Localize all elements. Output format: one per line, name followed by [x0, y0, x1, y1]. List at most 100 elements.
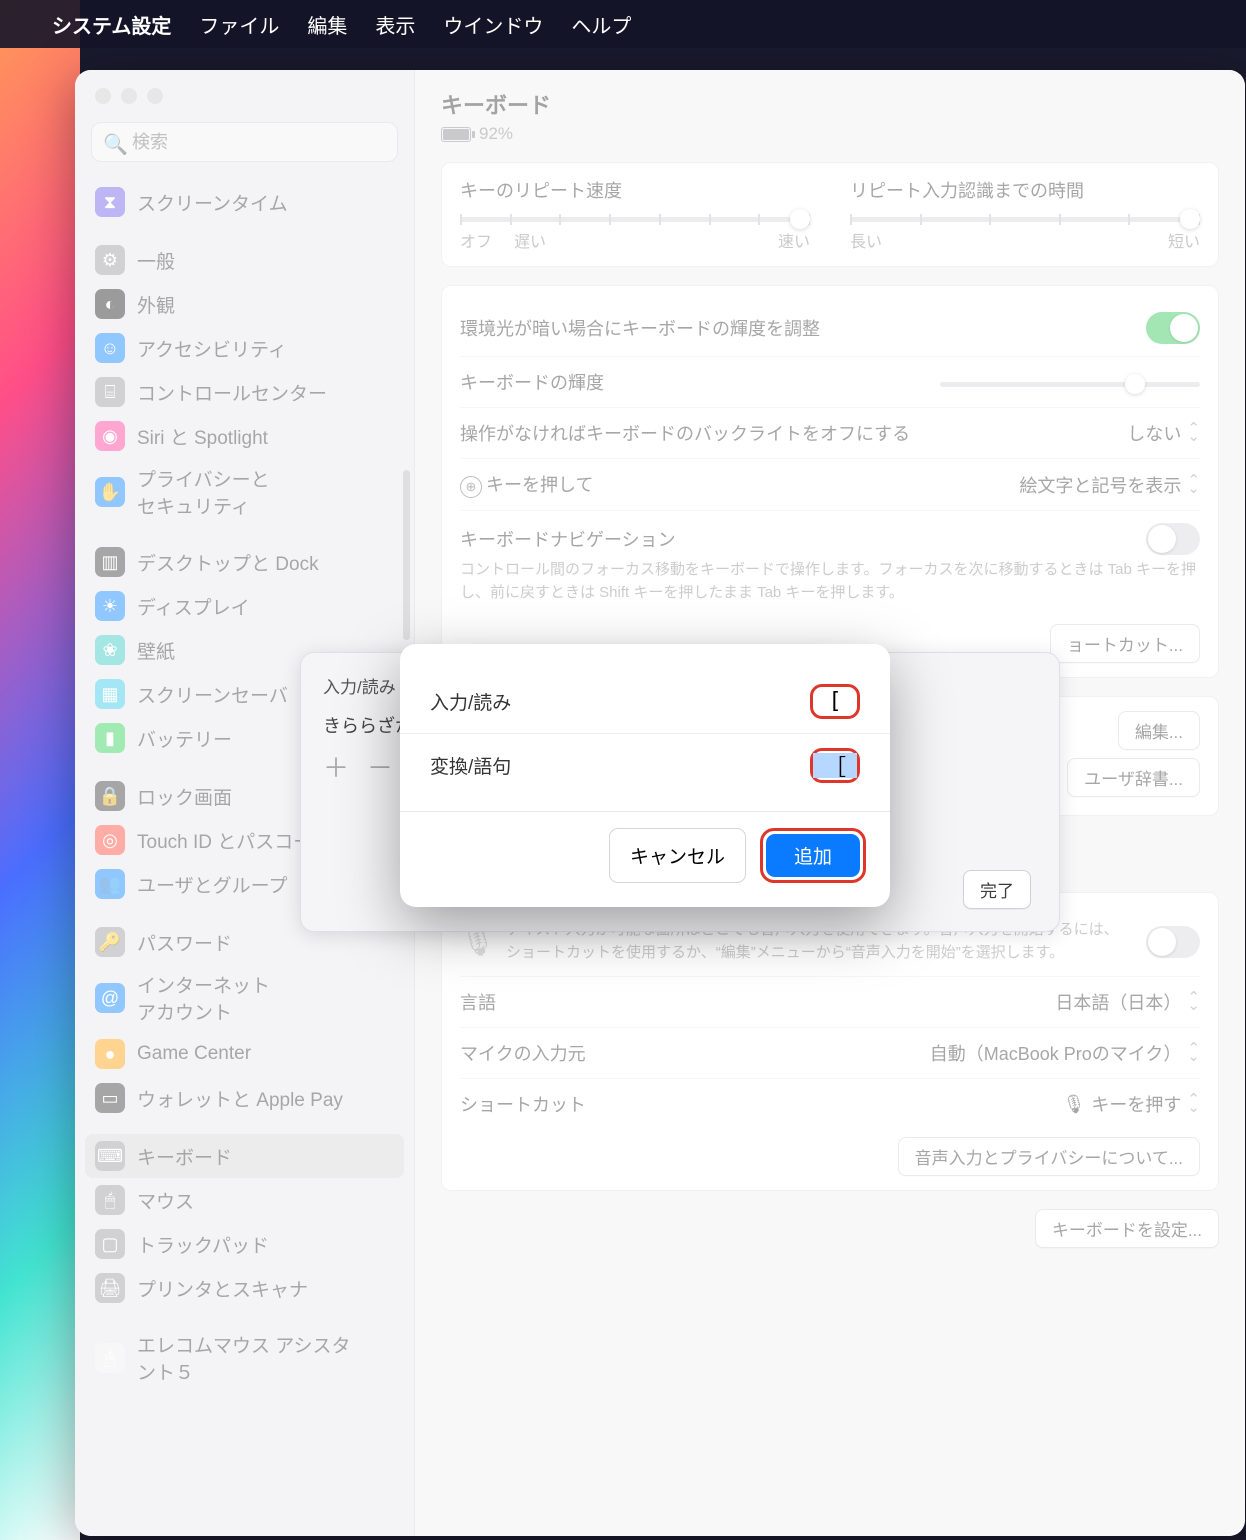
sidebar-icon: ●: [95, 1039, 125, 1069]
add-button[interactable]: 追加: [766, 834, 860, 877]
voice-mic-label: マイクの入力元: [460, 1040, 586, 1066]
edit-button[interactable]: 編集...: [1118, 711, 1200, 750]
sidebar-item[interactable]: ⌸ コントロールセンター: [85, 370, 404, 414]
voice-shortcut-label: ショートカット: [460, 1091, 586, 1117]
sidebar-item-label: ロック画面: [137, 783, 232, 810]
done-button[interactable]: 完了: [963, 870, 1031, 909]
sidebar-item-label: 一般: [137, 247, 175, 274]
menu-edit[interactable]: 編集: [307, 10, 347, 39]
sidebar-icon: ▥: [95, 547, 125, 577]
sidebar-item[interactable]: ⚙ 一般: [85, 238, 404, 282]
input-reading-field[interactable]: [813, 689, 857, 714]
sidebar-icon: ⧗: [95, 187, 125, 217]
menu-window[interactable]: ウインドウ: [443, 10, 543, 39]
sidebar-item[interactable]: ☺ アクセシビリティ: [85, 326, 404, 370]
sidebar-scrollbar[interactable]: [403, 470, 410, 640]
sidebar-item-label: エレコムマウス アシスタ ント５: [137, 1331, 351, 1385]
add-entry-button[interactable]: ＋: [323, 748, 349, 785]
sidebar-item-label: デスクトップと Dock: [137, 549, 319, 576]
brightness-slider[interactable]: [940, 382, 1200, 387]
search-field[interactable]: 🔍: [91, 122, 398, 162]
key-repeat-slider[interactable]: [460, 217, 810, 222]
sidebar-item-label: マウス: [137, 1187, 194, 1214]
conversion-phrase-field[interactable]: [813, 753, 857, 778]
window-controls[interactable]: [75, 70, 414, 114]
voice-mic-popup[interactable]: 自動（MacBook Proのマイク）⌃⌄: [930, 1040, 1200, 1066]
sidebar-item[interactable]: ✋プライバシーと セキュリティ: [85, 458, 404, 526]
delay-slider[interactable]: [850, 217, 1200, 222]
sidebar-item[interactable]: ☀ ディスプレイ: [85, 584, 404, 628]
page-title: キーボード: [441, 88, 1219, 120]
sidebar-item-label: インターネット アカウント: [137, 971, 270, 1025]
voice-privacy-button[interactable]: 音声入力とプライバシーについて...: [898, 1137, 1200, 1176]
sidebar-icon: ☀: [95, 591, 125, 621]
menu-file[interactable]: ファイル: [199, 10, 279, 39]
sidebar-item-label: プリンタとスキャナ: [137, 1275, 308, 1302]
sidebar-item-label: スクリーンタイム: [137, 189, 288, 216]
add-entry-dialog: 入力/読み 変換/語句 キャンセル 追加: [400, 644, 890, 907]
sidebar-icon: ❀: [95, 635, 125, 665]
user-dict-button[interactable]: ユーザ辞書...: [1067, 758, 1200, 797]
sidebar-item[interactable]: ⌨キーボード: [85, 1134, 404, 1178]
sidebar-icon: ▢: [95, 1229, 125, 1259]
sidebar-icon: ▭: [95, 1083, 125, 1113]
voice-toggle[interactable]: [1146, 926, 1200, 958]
voice-lang-popup[interactable]: 日本語（日本）⌃⌄: [1055, 989, 1200, 1015]
sidebar-item[interactable]: @インターネット アカウント: [85, 964, 404, 1032]
menubar-app-name[interactable]: システム設定: [52, 10, 171, 39]
backlight-off-popup[interactable]: しない⌃⌄: [1127, 420, 1200, 446]
sidebar-item[interactable]: ▥ デスクトップと Dock: [85, 540, 404, 584]
sidebar-item[interactable]: ◐外観: [85, 282, 404, 326]
sidebar-icon: 🔒: [95, 781, 125, 811]
sidebar-item[interactable]: 🖱マウス: [85, 1178, 404, 1222]
menu-view[interactable]: 表示: [375, 10, 415, 39]
globe-key-popup[interactable]: 絵文字と記号を表示⌃⌄: [1019, 472, 1200, 498]
sidebar-icon: ⚙: [95, 245, 125, 275]
sidebar-item[interactable]: 🖨 プリンタとスキャナ: [85, 1266, 404, 1310]
sidebar-icon: ◎: [95, 825, 125, 855]
sidebar-item-label: コントロールセンター: [137, 379, 327, 406]
key-repeat-label: キーのリピート速度: [460, 177, 810, 203]
sidebar-item[interactable]: ●Game Center: [85, 1032, 404, 1076]
sidebar-icon: 👥: [95, 869, 125, 899]
menu-help[interactable]: ヘルプ: [571, 10, 631, 39]
sidebar-item-label: ユーザとグループ: [137, 871, 287, 898]
sidebar-item-label: バッテリー: [137, 725, 232, 752]
sidebar-item-label: トラックパッド: [137, 1231, 269, 1258]
sidebar-item[interactable]: ▢ トラックパッド: [85, 1222, 404, 1266]
globe-icon: ⊕: [460, 476, 482, 498]
sidebar-item-label: プライバシーと セキュリティ: [137, 465, 270, 519]
delay-label: リピート入力認識までの時間: [850, 177, 1200, 203]
sidebar-item[interactable]: ◉Siri と Spotlight: [85, 414, 404, 458]
sidebar-icon: ☺: [95, 333, 125, 363]
input-reading-label: 入力/読み: [430, 688, 511, 715]
conversion-phrase-label: 変換/語句: [430, 752, 511, 779]
sidebar-item[interactable]: ⧗ スクリーンタイム: [85, 180, 404, 224]
sidebar-item-label: キーボード: [137, 1143, 232, 1170]
sidebar-item-label: ディスプレイ: [137, 593, 250, 620]
sidebar-item-label: 外観: [137, 291, 175, 318]
sidebar-icon: ⌸: [95, 377, 125, 407]
backlight-off-label: 操作がなければキーボードのバックライトをオフにする: [460, 420, 910, 446]
sidebar-icon: 🖱: [95, 1343, 125, 1373]
ambient-toggle[interactable]: [1146, 312, 1200, 344]
shortcuts-button[interactable]: ョートカット...: [1050, 624, 1200, 663]
sidebar-item[interactable]: ▭ ウォレットと Apple Pay: [85, 1076, 404, 1120]
remove-entry-button[interactable]: －: [367, 748, 393, 785]
search-icon: 🔍: [103, 132, 128, 157]
kb-nav-toggle[interactable]: [1146, 523, 1200, 555]
mic-small-icon: 🎙: [1063, 1094, 1086, 1115]
sidebar-item-label: ウォレットと Apple Pay: [137, 1085, 343, 1112]
sidebar-icon: 🖨: [95, 1273, 125, 1303]
cancel-button[interactable]: キャンセル: [609, 828, 746, 883]
sidebar-icon: ▦: [95, 679, 125, 709]
globe-key-label: ⊕キーを押して: [460, 471, 593, 498]
sidebar-item-label: スクリーンセーバ: [137, 681, 288, 708]
search-input[interactable]: [91, 122, 398, 162]
voice-shortcut-popup[interactable]: 🎙キーを押す⌃⌄: [1063, 1091, 1200, 1117]
keyboard-setup-button[interactable]: キーボードを設定...: [1035, 1209, 1219, 1248]
battery-icon: [441, 127, 471, 142]
sidebar-item[interactable]: 🖱 エレコムマウス アシスタ ント５: [85, 1324, 404, 1392]
sidebar-item-label: アクセシビリティ: [137, 335, 287, 362]
kb-nav-desc: コントロール間のフォーカス移動をキーボードで操作します。フォーカスを次に移動する…: [460, 559, 1200, 604]
